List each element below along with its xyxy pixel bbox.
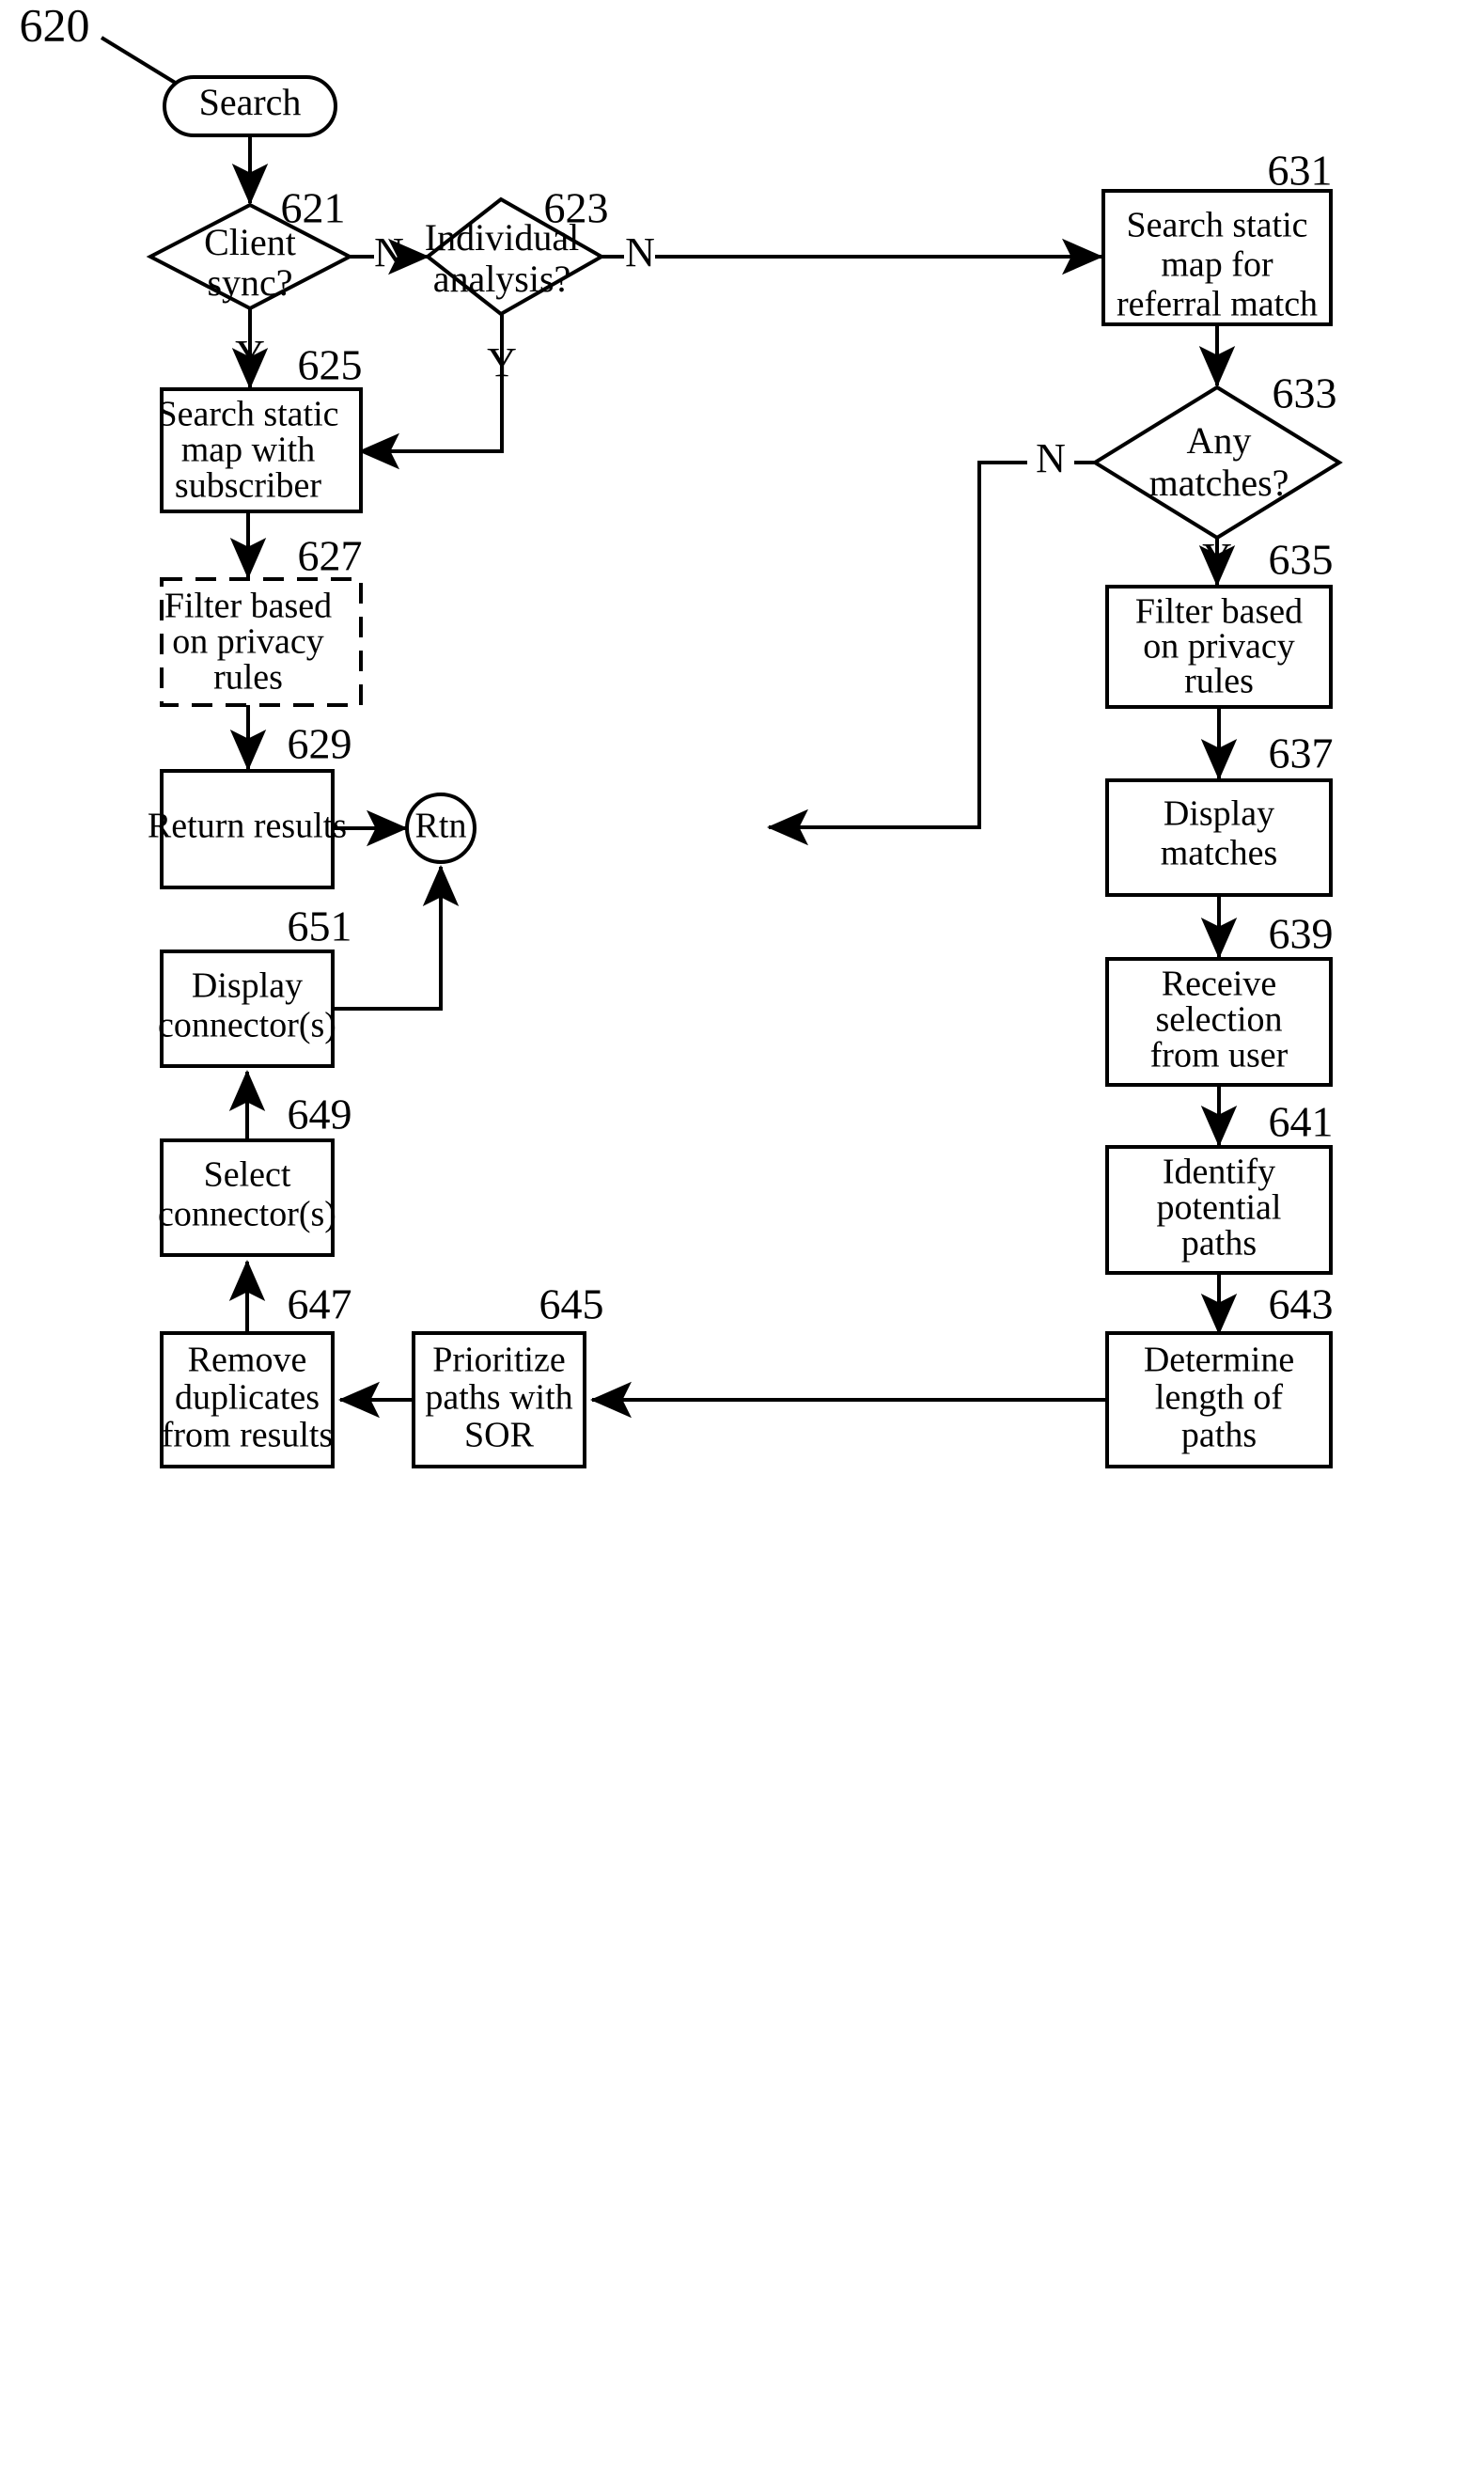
process-639-line-2: selection bbox=[1155, 1000, 1282, 1040]
process-641-line-2: potential bbox=[1157, 1188, 1282, 1228]
process-627-line-1: Filter based bbox=[164, 587, 332, 626]
process-625-line-3: subscriber bbox=[175, 466, 322, 506]
process-643-line-3: paths bbox=[1181, 1416, 1257, 1455]
process-647-line-1: Remove bbox=[188, 1341, 307, 1380]
process-631-line-3: referral match bbox=[1117, 285, 1318, 324]
ref-number-635: 635 bbox=[1269, 536, 1334, 584]
process-647-line-2: duplicates bbox=[175, 1378, 320, 1418]
ref-number-631: 631 bbox=[1268, 147, 1333, 195]
decision-621-line-2: sync? bbox=[207, 261, 292, 304]
connector-rtn-label: Rtn bbox=[415, 807, 467, 846]
process-625-line-1: Search static bbox=[157, 395, 338, 434]
ref-number-641: 641 bbox=[1269, 1098, 1334, 1146]
ref-number-649: 649 bbox=[288, 1091, 352, 1138]
ref-number-623: 623 bbox=[544, 184, 609, 232]
process-625-line-2: map with bbox=[181, 431, 315, 470]
process-651-line-1: Display bbox=[192, 966, 303, 1006]
process-631-line-1: Search static bbox=[1126, 206, 1307, 245]
ref-number-629: 629 bbox=[288, 720, 352, 768]
process-631-line-2: map for bbox=[1161, 245, 1273, 285]
process-649-line-1: Select bbox=[204, 1155, 291, 1195]
process-645-line-2: paths with bbox=[425, 1378, 572, 1418]
ref-number-645: 645 bbox=[539, 1280, 604, 1328]
process-637-line-1: Display bbox=[1164, 794, 1274, 834]
ref-number-621: 621 bbox=[281, 184, 346, 232]
ref-number-627: 627 bbox=[298, 532, 363, 580]
terminal-search-label: Search bbox=[199, 81, 302, 123]
process-641-line-1: Identify bbox=[1163, 1153, 1275, 1192]
ref-number-637: 637 bbox=[1269, 730, 1334, 777]
edge-633-no-to-rtn bbox=[767, 461, 1027, 846]
ref-number-651: 651 bbox=[288, 903, 352, 950]
flowchart-svg: 620 Search Client sync? 621 N Y Individu… bbox=[20, 0, 1343, 1468]
process-641-line-3: paths bbox=[1181, 1224, 1257, 1264]
decision-633-line-1: Any bbox=[1187, 419, 1252, 462]
decision-623-line-2: analysis? bbox=[433, 258, 571, 300]
process-629-line-1: Return results bbox=[148, 807, 347, 846]
branch-label-633-no: N bbox=[1036, 435, 1066, 481]
process-639-line-3: from user bbox=[1150, 1036, 1289, 1075]
ref-number-643: 643 bbox=[1269, 1280, 1334, 1328]
process-627-line-2: on privacy bbox=[172, 622, 323, 662]
process-637-line-2: matches bbox=[1161, 834, 1278, 873]
process-635-line-3: rules bbox=[1184, 662, 1254, 701]
ref-number-647: 647 bbox=[288, 1280, 352, 1328]
process-645-line-3: SOR bbox=[464, 1416, 535, 1455]
flowchart-figure: 620 Search Client sync? 621 N Y Individu… bbox=[0, 0, 1484, 2480]
ref-number-639: 639 bbox=[1269, 910, 1334, 958]
process-635-line-1: Filter based bbox=[1135, 592, 1303, 632]
process-651-line-2: connector(s) bbox=[158, 1006, 336, 1045]
ref-number-625: 625 bbox=[298, 341, 363, 389]
process-627-line-3: rules bbox=[213, 658, 283, 698]
branch-label-623-no: N bbox=[625, 229, 655, 275]
process-635-line-2: on privacy bbox=[1143, 627, 1294, 667]
process-643-line-2: length of bbox=[1155, 1378, 1283, 1418]
figure-reference-number: 620 bbox=[20, 0, 90, 51]
ref-number-633: 633 bbox=[1273, 369, 1337, 417]
process-639-line-1: Receive bbox=[1162, 965, 1276, 1004]
process-643-line-1: Determine bbox=[1144, 1341, 1294, 1380]
process-647-line-3: from results bbox=[162, 1416, 334, 1455]
decision-633-line-2: matches? bbox=[1149, 462, 1289, 504]
process-645-line-1: Prioritize bbox=[432, 1341, 565, 1380]
process-649-line-2: connector(s) bbox=[158, 1195, 336, 1234]
edge-623-yes-to-625 bbox=[358, 314, 504, 470]
branch-label-621-no: N bbox=[374, 229, 404, 275]
